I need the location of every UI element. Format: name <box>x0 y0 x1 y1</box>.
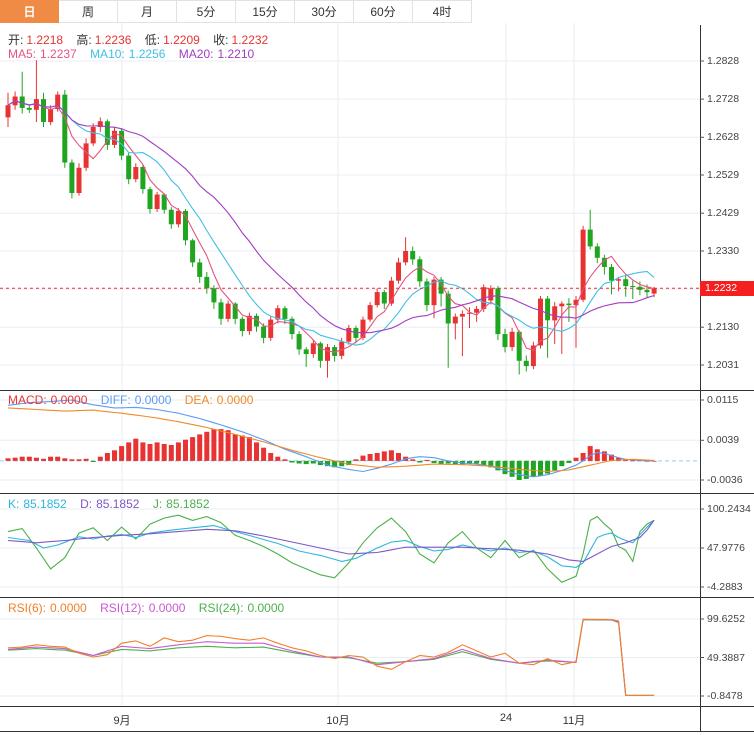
low-label: 低: <box>144 33 161 47</box>
y-axis-tick-label: 99.6252 <box>707 613 745 625</box>
y-axis-tick-label: 1.2628 <box>707 131 740 144</box>
diff-label: DIFF: <box>100 393 131 407</box>
y-axis-tick-label: -0.0036 <box>707 474 743 486</box>
tab-15min[interactable]: 15分 <box>236 0 295 23</box>
y-axis-tick-label: 1.2728 <box>707 93 740 106</box>
rsi-info-row: RSI(6): 0.0000 RSI(12): 0.0000 RSI(24): 0.0… <box>8 601 294 615</box>
x-axis-label: 9月 <box>113 715 131 727</box>
macd-info-row: MACD: 0.0000 DIFF: 0.0000 DEA: 0.0000 <box>8 393 263 407</box>
y-axis-tick-label: -0.8478 <box>707 690 743 702</box>
y-axis-tick-label: 1.2429 <box>707 207 740 220</box>
y-axis-tick-label: 49.3887 <box>707 651 745 664</box>
x-axis-label: 11月 <box>562 715 586 727</box>
ma-info-row: MA5: 1.2237 MA10: 1.2256 MA20: 1.2210 <box>8 47 264 61</box>
j-label: J: <box>152 497 163 511</box>
rsi12-value: 0.0000 <box>148 601 186 615</box>
d-value: 85.1852 <box>96 497 140 511</box>
d-label: D: <box>80 497 93 511</box>
y-axis-tick-label: 0.0039 <box>707 434 740 447</box>
x-axis-label: 10月 <box>326 715 350 727</box>
rsi6-label: RSI(6): <box>8 601 47 615</box>
y-axis-tick-label: 47.9776 <box>707 541 745 554</box>
ma20-label: MA20: <box>178 47 214 61</box>
macd-histogram <box>5 429 657 480</box>
ma5-label: MA5: <box>8 47 37 61</box>
kdj-j-line <box>7 514 655 583</box>
tab-4hour[interactable]: 4时 <box>413 0 472 23</box>
y-axis-tick-label: 1.2031 <box>707 359 740 371</box>
rsi12-label: RSI(12): <box>100 601 145 615</box>
tab-5min[interactable]: 5分 <box>177 0 236 23</box>
last-price-tag: 1.2232 <box>700 281 754 296</box>
y-axis-tick-label: 0.0115 <box>707 394 739 406</box>
open-label: 开: <box>8 33 24 47</box>
high-label: 高: <box>76 33 92 47</box>
tab-30min[interactable]: 30分 <box>295 0 354 23</box>
y-axis-tick-label: -4.2883 <box>707 581 743 593</box>
kdj-d-line <box>7 519 655 562</box>
dea-value: 0.0000 <box>216 393 254 407</box>
ma10-label: MA10: <box>90 47 125 61</box>
y-axis-tick-label: 100.2434 <box>707 503 751 515</box>
timeframe-tab-bar: 日周月 5分 15分 30分 60分 4时 <box>0 0 472 23</box>
ma5-value: 1.2237 <box>40 47 77 61</box>
dea-label: DEA: <box>184 393 213 407</box>
high-value: 1.2236 <box>94 33 132 47</box>
rsi24-value: 0.0000 <box>247 601 285 615</box>
macd-label: MACD: <box>8 393 47 407</box>
y-axis-tick-label: 1.2330 <box>707 244 740 257</box>
ma20-value: 1.2210 <box>217 47 255 61</box>
rsi6-value: 0.0000 <box>50 601 87 615</box>
close-value: 1.2232 <box>231 33 269 47</box>
rsi24-label: RSI(24): <box>198 601 244 615</box>
ohlc-info-row: 开: 1.2218 高: 1.2236 低: 1.2209 收: 1.2232 <box>8 31 278 48</box>
macd-value: 0.0000 <box>50 393 88 407</box>
x-axis-label: 24 <box>499 712 513 724</box>
low-value: 1.2209 <box>163 33 200 47</box>
open-value: 1.2218 <box>26 33 64 47</box>
trading-chart-page: { "tab_bar": { "tabs": [ {"label": "日", … <box>0 0 754 735</box>
tab-week[interactable]: 周 <box>59 0 118 23</box>
ma10-value: 1.2256 <box>128 47 166 61</box>
tab-day[interactable]: 日 <box>0 0 59 23</box>
diff-value: 0.0000 <box>134 393 172 407</box>
chart-canvas <box>0 23 754 732</box>
y-axis-tick-label: 1.2130 <box>707 321 740 334</box>
y-axis-tick-label: 1.2828 <box>707 55 740 67</box>
k-label: K: <box>8 497 20 511</box>
j-value: 85.1852 <box>166 497 210 511</box>
tab-60min[interactable]: 60分 <box>354 0 413 23</box>
kdj-k-line <box>7 519 655 568</box>
k-value: 85.1852 <box>23 497 67 511</box>
candlestick-series <box>5 60 657 378</box>
tab-month[interactable]: 月 <box>118 0 177 23</box>
kdj-info-row: K: 85.1852 D: 85.1852 J: 85.1852 <box>8 497 220 511</box>
y-axis-tick-label: 1.2529 <box>707 169 740 182</box>
close-label: 收: <box>213 33 229 47</box>
